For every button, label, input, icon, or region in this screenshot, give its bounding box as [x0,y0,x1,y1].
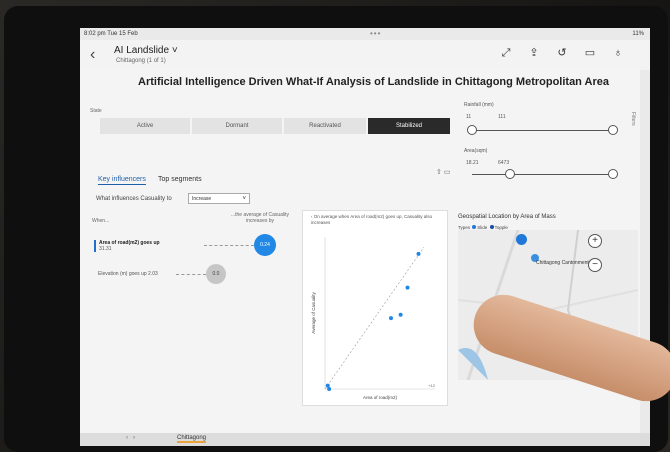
scatter-point [389,316,393,321]
question-value: Increase [192,196,212,202]
ki-increase-header: ...the average of Casuality increases by [230,212,290,224]
filters-side-tab[interactable]: Filters [630,112,640,192]
influencer-row-area[interactable]: Area of road(m2) goes up 31.31 [94,240,176,252]
rainfall-max-handle[interactable] [608,125,618,135]
header-actions: ⤢ ⇪ ↺ ▭ ♁ [500,46,624,60]
share-icon[interactable]: ⇪ [528,46,540,60]
tab-top-segments[interactable]: Top segments [158,176,202,183]
area-max: 6473 [498,160,510,166]
zoom-out-button[interactable]: − [588,258,602,272]
chevron-down-icon: ˅ [242,196,246,202]
state-slicer-label: State [90,108,102,114]
microphone-icon[interactable]: ♁ [612,46,624,60]
segment-dormant[interactable]: Dormant [192,118,282,134]
filters-side-label: Filters [630,112,636,126]
segment-stabilized[interactable]: Stabilized [368,118,450,134]
expand-icon[interactable]: ⤢ [500,46,512,60]
comment-icon[interactable]: ▭ [584,46,596,60]
rainfall-min-handle[interactable] [467,125,477,135]
status-bar: 8:02 pm Tue 15 Feb ••• 11% [80,28,650,40]
x-axis-label: Area of road(m2) [363,395,398,400]
scatter-plot: Area of road(m2) +12 Average of Casuality [311,237,436,400]
zoom-in-button[interactable]: + [588,234,602,248]
influencer-value: 31.31 [99,246,112,252]
area-label: Area(sqm) [464,148,488,154]
page-nav-arrows[interactable]: ‹ › [126,435,135,441]
battery-status: 11% [632,31,644,37]
area-min: 18.21 [466,160,479,166]
rainfall-min: 11 [466,114,472,120]
status-time: 8:02 pm Tue 15 Feb [84,31,138,37]
tablet-screen: 8:02 pm Tue 15 Feb ••• 11% ‹ AI Landslid… [80,28,650,446]
map-point-slide[interactable] [516,234,527,245]
report-title-dropdown[interactable]: AI Landslide ˅ [114,45,178,56]
influencer-bubble-secondary[interactable]: 0.0 [206,264,226,284]
influencer-row-elevation[interactable]: Elevation (m) goes up 2.03 [98,271,158,277]
visual-header-icons[interactable]: ⇧ ▭ [436,168,450,176]
segment-reactivated[interactable]: Reactivated [284,118,366,134]
multitask-dots[interactable]: ••• [370,29,381,38]
map-title: Geospatial Location by Area of Mass [458,214,556,220]
report-subtitle: Chittagong (1 of 1) [116,58,166,64]
legend-slide-dot [472,225,477,229]
question-dropdown[interactable]: Increase ˅ [188,193,250,204]
y-axis-label: Average of Casuality [311,292,316,334]
rainfall-track [472,130,612,131]
report-canvas: Artificial Intelligence Driven What-If A… [80,70,640,446]
page-tab-chittagong[interactable]: Chittagong [177,435,207,443]
influencer-connector-2 [176,274,206,275]
app-header: ‹ AI Landslide ˅ Chittagong (1 of 1) ⤢ ⇪… [80,40,650,70]
influencer-bubble-primary[interactable]: 0.24 [254,234,276,256]
scatter-point [405,285,410,290]
area-max-handle[interactable] [608,169,618,179]
scatter-card: ‹ On average when Area of road(m2) goes … [302,210,448,406]
scatter-point [398,312,403,317]
scatter-point [325,383,330,388]
area-min-handle[interactable] [505,169,515,179]
scatter-point [416,251,421,256]
tab-key-influencers[interactable]: Key influencers [98,176,146,185]
rainfall-max: 111 [498,114,506,120]
trend-line [324,246,425,390]
back-chevron-icon[interactable]: ‹ [90,46,95,64]
legend-topple-dot [489,225,494,229]
rainfall-label: Rainfall (mm) [464,102,494,108]
segment-active[interactable]: Active [100,118,190,134]
question-label: What influences Casuality to [96,196,172,202]
page-title: Artificial Intelligence Driven What-If A… [138,76,610,88]
reset-icon[interactable]: ↺ [556,46,568,60]
area-track [472,174,612,175]
ki-when-header: When... [92,218,110,224]
page-tab-bar: ‹ › Chittagong [80,433,650,446]
influencer-connector [204,245,254,246]
x-axis-note: +12 [428,383,436,388]
map-place-label: Chittagong Cantonment [536,260,589,266]
